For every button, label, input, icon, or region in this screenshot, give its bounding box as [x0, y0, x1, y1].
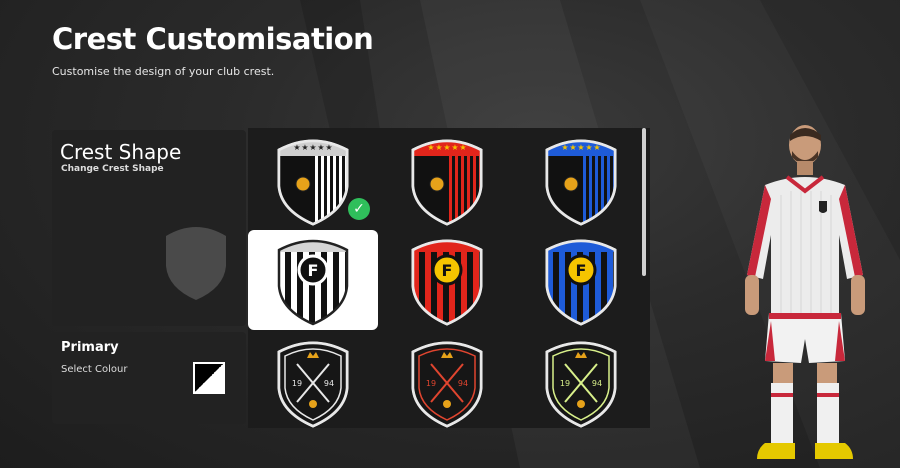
page-subtitle: Customise the design of your club crest.	[52, 65, 275, 78]
svg-text:F: F	[308, 261, 319, 280]
player-model	[745, 125, 865, 459]
svg-text:★: ★	[309, 143, 316, 152]
svg-text:19: 19	[426, 379, 436, 388]
crest-option-3[interactable]: ★ ★ ★ ★ ★	[516, 130, 646, 230]
crest-letter-f-white-icon: F	[277, 239, 349, 326]
crest-stripes-blue-black-icon: ★ ★ ★ ★ ★	[545, 139, 617, 226]
crest-letter-f-blue-icon: F	[545, 239, 617, 326]
svg-text:F: F	[442, 261, 453, 280]
svg-text:94: 94	[458, 379, 468, 388]
crest-option-2[interactable]: ★ ★ ★ ★ ★	[382, 130, 512, 230]
svg-text:★: ★	[451, 143, 458, 152]
select-colour-label: Select Colour	[61, 364, 128, 375]
crest-shape-preview-icon	[166, 227, 226, 300]
svg-text:F: F	[576, 261, 587, 280]
svg-text:94: 94	[324, 379, 334, 388]
crest-swords-lime-icon: 19 94	[545, 341, 617, 428]
crest-option-8[interactable]: 19 94	[382, 332, 512, 428]
svg-text:★: ★	[585, 143, 592, 152]
crest-option-7[interactable]: 19 94	[248, 332, 378, 428]
svg-text:★: ★	[577, 143, 584, 152]
svg-text:★: ★	[317, 143, 324, 152]
primary-colour-panel[interactable]: Primary Select Colour	[52, 332, 246, 424]
primary-colour-swatch[interactable]	[193, 362, 225, 394]
svg-text:94: 94	[592, 379, 602, 388]
grid-scrollbar[interactable]	[642, 128, 646, 276]
crest-shape-title: Crest Shape	[60, 140, 182, 164]
crest-grid: ★ ★ ★ ★ ★ ★ ★ ★ ★ ★ ★ ★ ★ ★ ★ F F F 19 94 19 94 19 94	[248, 128, 650, 428]
crest-option-6[interactable]: F	[516, 230, 646, 330]
crest-stripes-red-black-icon: ★ ★ ★ ★ ★	[411, 139, 483, 226]
svg-text:★: ★	[443, 143, 450, 152]
svg-text:19: 19	[560, 379, 570, 388]
svg-text:★: ★	[435, 143, 442, 152]
crest-swords-red-icon: 19 94	[411, 341, 483, 428]
crest-option-4[interactable]: F	[248, 230, 378, 330]
crest-stripes-white-black-icon: ★ ★ ★ ★ ★	[277, 139, 349, 226]
crest-option-5[interactable]: F	[382, 230, 512, 330]
page-title: Crest Customisation	[52, 22, 374, 56]
svg-text:★: ★	[569, 143, 576, 152]
svg-text:★: ★	[301, 143, 308, 152]
crest-swords-white-icon: 19 94	[277, 341, 349, 428]
crest-shape-panel[interactable]: Crest Shape Change Crest Shape	[52, 130, 246, 326]
crest-letter-f-red-icon: F	[411, 239, 483, 326]
crest-option-9[interactable]: 19 94	[516, 332, 646, 428]
applied-check-icon: ✓	[348, 198, 370, 220]
crest-shape-subtitle: Change Crest Shape	[61, 164, 164, 174]
svg-text:19: 19	[292, 379, 302, 388]
primary-title: Primary	[61, 340, 119, 355]
